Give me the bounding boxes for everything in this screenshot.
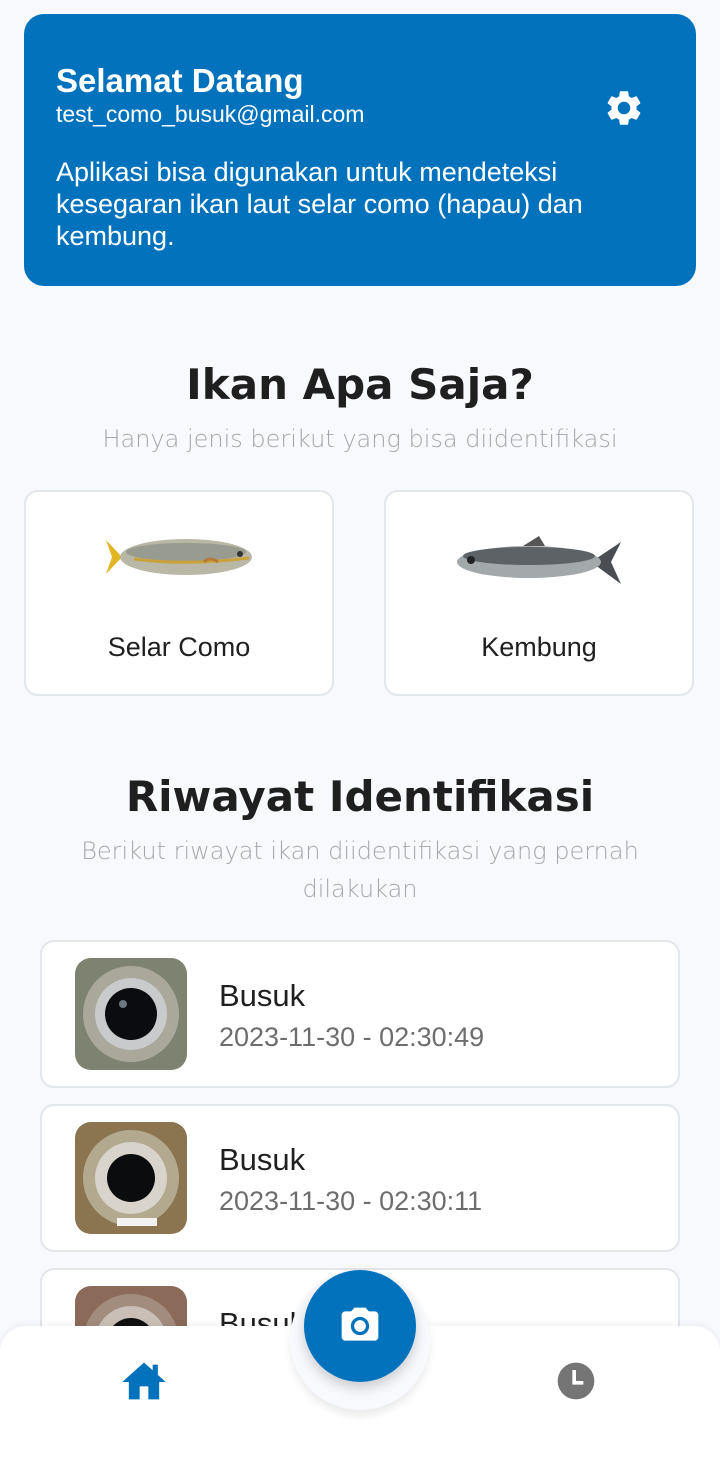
fish-eye-thumbnail [75,1122,187,1234]
camera-icon [341,1307,379,1341]
welcome-card: Selamat Datang test_como_busuk@gmail.com… [24,14,696,286]
nav-history-button[interactable] [554,1359,598,1403]
camera-button[interactable] [304,1270,416,1382]
history-date: 2023-11-30 - 02:30:49 [219,1022,485,1052]
fish-selar-como-image [106,539,252,575]
fish-section-subtitle: Hanya jenis berikut yang bisa diidentifi… [102,425,618,453]
gear-icon [607,91,641,125]
fish-eye-thumbnail [75,958,187,1070]
history-item[interactable]: Busuk 2023-11-30 - 02:30:49 [40,940,680,1088]
fish-name-label: Kembung [481,632,597,662]
welcome-title: Selamat Datang [56,62,304,99]
fish-card-selar-como[interactable]: Selar Como [24,490,334,696]
app-description: Aplikasi bisa digunakan untuk mendeteksi… [56,157,583,251]
fish-name-label: Selar Como [107,632,251,662]
history-status: Busuk [219,978,306,1013]
fish-kembung-image [457,536,621,584]
nav-home-button[interactable] [118,1356,170,1408]
history-section-title: Riwayat Identifikasi [125,772,595,821]
history-status: Busuk [219,1142,306,1177]
fish-card-kembung[interactable]: Kembung [384,490,694,696]
history-item[interactable]: Busuk 2023-11-30 - 02:30:11 [40,1104,680,1252]
home-icon [122,1362,166,1400]
history-date: 2023-11-30 - 02:30:11 [219,1186,483,1216]
history-section-subtitle: Berikut riwayat ikan diidentifikasi yang… [81,837,639,903]
user-email: test_como_busuk@gmail.com [56,101,365,127]
clock-icon [557,1362,595,1400]
settings-button[interactable] [600,84,648,132]
fish-section-title: Ikan Apa Saja? [186,360,534,409]
